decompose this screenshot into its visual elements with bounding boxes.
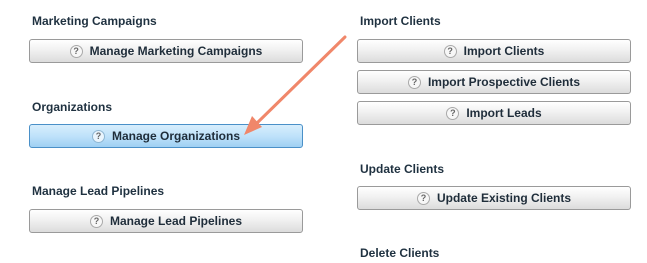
help-icon[interactable]: ? [89, 214, 103, 228]
organizations-heading: Organizations [32, 100, 113, 114]
import-prospective-clients-label: Import Prospective Clients [427, 75, 581, 89]
manage-marketing-campaigns-button[interactable]: ? Manage Marketing Campaigns [29, 39, 303, 63]
import-prospective-clients-button[interactable]: ? Import Prospective Clients [357, 70, 631, 94]
delete-clients-heading: Delete Clients [360, 246, 440, 260]
update-existing-clients-label: Update Existing Clients [436, 191, 572, 205]
help-icon[interactable]: ? [446, 106, 460, 120]
manage-organizations-label: Manage Organizations [111, 129, 241, 143]
update-clients-heading: Update Clients [360, 162, 445, 176]
manage-lead-pipelines-button[interactable]: ? Manage Lead Pipelines [29, 209, 303, 233]
manage-lead-pipelines-heading: Manage Lead Pipelines [32, 184, 165, 198]
manage-organizations-button[interactable]: ? Manage Organizations [29, 124, 303, 148]
import-clients-label: Import Clients [463, 44, 545, 58]
import-leads-label: Import Leads [466, 106, 542, 120]
help-icon[interactable]: ? [69, 44, 83, 58]
import-clients-button[interactable]: ? Import Clients [357, 39, 631, 63]
import-clients-heading: Import Clients [360, 14, 441, 28]
import-leads-button[interactable]: ? Import Leads [357, 101, 631, 125]
manage-marketing-campaigns-label: Manage Marketing Campaigns [89, 44, 263, 58]
help-icon[interactable]: ? [443, 44, 457, 58]
help-icon[interactable]: ? [91, 129, 105, 143]
manage-lead-pipelines-label: Manage Lead Pipelines [109, 214, 243, 228]
help-icon[interactable]: ? [407, 75, 421, 89]
help-icon[interactable]: ? [416, 191, 430, 205]
marketing-campaigns-heading: Marketing Campaigns [32, 14, 157, 28]
update-existing-clients-button[interactable]: ? Update Existing Clients [357, 186, 631, 210]
